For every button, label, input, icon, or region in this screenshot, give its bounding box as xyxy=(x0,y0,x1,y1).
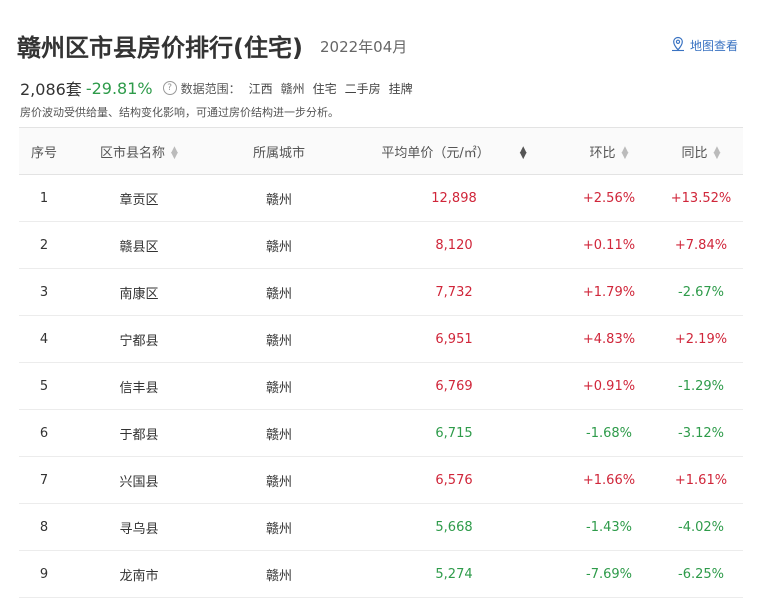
table-row[interactable]: 1 章贡区 赣州 12,898 +2.56% +13.52% xyxy=(19,174,743,222)
cell-mom: -7.69% xyxy=(559,550,659,598)
cell-avg-price: 6,951 xyxy=(349,315,559,363)
ranking-table: 序号 区市县名称 ▲ ▼ 所属城市 平均单价（元/㎡） ▲ ▼ 环比 ▲ ▼ 同比 ▲ ▼ 1章… xyxy=(19,127,743,598)
cell-avg-price: 8,120 xyxy=(349,221,559,269)
cell-city: 赣州 xyxy=(209,315,349,363)
cell-mom: +2.56% xyxy=(559,174,659,222)
cell-city: 赣州 xyxy=(209,503,349,551)
cell-rank: 1 xyxy=(19,174,69,222)
scope-item-source[interactable]: 挂牌 xyxy=(389,80,413,97)
cell-mom: +1.79% xyxy=(559,268,659,316)
cell-city: 赣州 xyxy=(209,456,349,504)
cell-rank: 7 xyxy=(19,456,69,504)
cell-rank: 4 xyxy=(19,315,69,363)
cell-district[interactable]: 寻乌县 xyxy=(69,503,209,551)
cell-yoy: -4.02% xyxy=(659,503,743,551)
cell-rank: 6 xyxy=(19,409,69,457)
cell-district[interactable]: 信丰县 xyxy=(69,362,209,410)
cell-district[interactable]: 宁都县 xyxy=(69,315,209,363)
page-title: 赣州区市县房价排行(住宅) xyxy=(17,34,303,62)
cell-yoy: -3.12% xyxy=(659,409,743,457)
cell-yoy: +1.61% xyxy=(659,456,743,504)
cell-district[interactable]: 南康区 xyxy=(69,268,209,316)
table-row[interactable]: 3 南康区 赣州 7,732 +1.79% -2.67% xyxy=(19,268,743,316)
cell-district[interactable]: 兴国县 xyxy=(69,456,209,504)
cell-mom: -1.43% xyxy=(559,503,659,551)
table-row[interactable]: 5 信丰县 赣州 6,769 +0.91% -1.29% xyxy=(19,362,743,410)
cell-yoy: +7.84% xyxy=(659,221,743,269)
cell-avg-price: 7,732 xyxy=(349,268,559,316)
header-mom[interactable]: 环比 ▲ ▼ xyxy=(559,127,659,175)
table-row[interactable]: 2 赣县区 赣州 8,120 +0.11% +7.84% xyxy=(19,221,743,269)
map-link-label: 地图查看 xyxy=(690,39,739,53)
scope-item-type[interactable]: 住宅 xyxy=(313,80,337,97)
table-row[interactable]: 7 兴国县 赣州 6,576 +1.66% +1.61% xyxy=(19,456,743,504)
page-header: 赣州区市县房价排行(住宅) 2022年04月 地图查看 xyxy=(0,0,765,62)
report-date: 2022年04月 xyxy=(320,38,408,56)
cell-mom: +1.66% xyxy=(559,456,659,504)
cell-rank: 5 xyxy=(19,362,69,410)
header-city: 所属城市 xyxy=(209,127,349,175)
scope-item-city[interactable]: 赣州 xyxy=(281,80,305,97)
table-row[interactable]: 6 于都县 赣州 6,715 -1.68% -3.12% xyxy=(19,409,743,457)
sort-icon[interactable]: ▲ ▼ xyxy=(622,146,629,161)
cell-rank: 2 xyxy=(19,221,69,269)
price-note: 房价波动受供给量、结构变化影响，可通过房价结构进一步分析。 xyxy=(20,106,339,119)
map-view-link[interactable]: 地图查看 xyxy=(670,36,738,55)
cell-yoy: -6.25% xyxy=(659,550,743,598)
cell-city: 赣州 xyxy=(209,268,349,316)
cell-avg-price: 5,274 xyxy=(349,550,559,598)
cell-avg-price: 6,576 xyxy=(349,456,559,504)
sort-icon[interactable]: ▲ ▼ xyxy=(520,146,527,161)
cell-rank: 9 xyxy=(19,550,69,598)
scope-item-market[interactable]: 二手房 xyxy=(345,80,381,97)
cell-yoy: -1.29% xyxy=(659,362,743,410)
scope-label: 数据范围： xyxy=(180,81,241,96)
table-header-row: 序号 区市县名称 ▲ ▼ 所属城市 平均单价（元/㎡） ▲ ▼ 环比 ▲ ▼ 同比 ▲ ▼ xyxy=(19,127,743,175)
cell-district[interactable]: 赣县区 xyxy=(69,221,209,269)
help-circle-icon[interactable]: ? xyxy=(162,81,177,95)
cell-yoy: +13.52% xyxy=(659,174,743,222)
header-avg-price[interactable]: 平均单价（元/㎡） ▲ ▼ xyxy=(349,127,559,175)
cell-mom: +0.91% xyxy=(559,362,659,410)
cell-district[interactable]: 龙南市 xyxy=(69,550,209,598)
cell-district[interactable]: 于都县 xyxy=(69,409,209,457)
header-yoy[interactable]: 同比 ▲ ▼ xyxy=(659,127,743,175)
cell-mom: +0.11% xyxy=(559,221,659,269)
cell-yoy: +2.19% xyxy=(659,315,743,363)
cell-avg-price: 5,668 xyxy=(349,503,559,551)
cell-avg-price: 12,898 xyxy=(349,174,559,222)
cell-mom: +4.83% xyxy=(559,315,659,363)
cell-rank: 3 xyxy=(19,268,69,316)
table-row[interactable]: 8 寻乌县 赣州 5,668 -1.43% -4.02% xyxy=(19,503,743,551)
sort-icon[interactable]: ▲ ▼ xyxy=(714,146,721,161)
summary-bar: 2,086套 -29.81% ? 数据范围： 江西 赣州 住宅 二手房 挂牌 xyxy=(20,76,413,100)
header-district[interactable]: 区市县名称 ▲ ▼ xyxy=(69,127,209,175)
cell-rank: 8 xyxy=(19,503,69,551)
header-rank: 序号 xyxy=(19,127,69,175)
cell-yoy: -2.67% xyxy=(659,268,743,316)
table-row[interactable]: 9 龙南市 赣州 5,274 -7.69% -6.25% xyxy=(19,550,743,598)
cell-city: 赣州 xyxy=(209,221,349,269)
count-change: -29.81% xyxy=(85,78,153,98)
cell-city: 赣州 xyxy=(209,174,349,222)
listing-count: 2,086套 xyxy=(20,80,82,99)
cell-city: 赣州 xyxy=(209,550,349,598)
table-row[interactable]: 4 宁都县 赣州 6,951 +4.83% +2.19% xyxy=(19,315,743,363)
cell-city: 赣州 xyxy=(209,409,349,457)
cell-city: 赣州 xyxy=(209,362,349,410)
map-location-icon xyxy=(670,36,686,55)
sort-icon[interactable]: ▲ ▼ xyxy=(171,146,178,161)
scope-item-province[interactable]: 江西 xyxy=(249,80,273,97)
cell-district[interactable]: 章贡区 xyxy=(69,174,209,222)
cell-avg-price: 6,769 xyxy=(349,362,559,410)
cell-mom: -1.68% xyxy=(559,409,659,457)
cell-avg-price: 6,715 xyxy=(349,409,559,457)
